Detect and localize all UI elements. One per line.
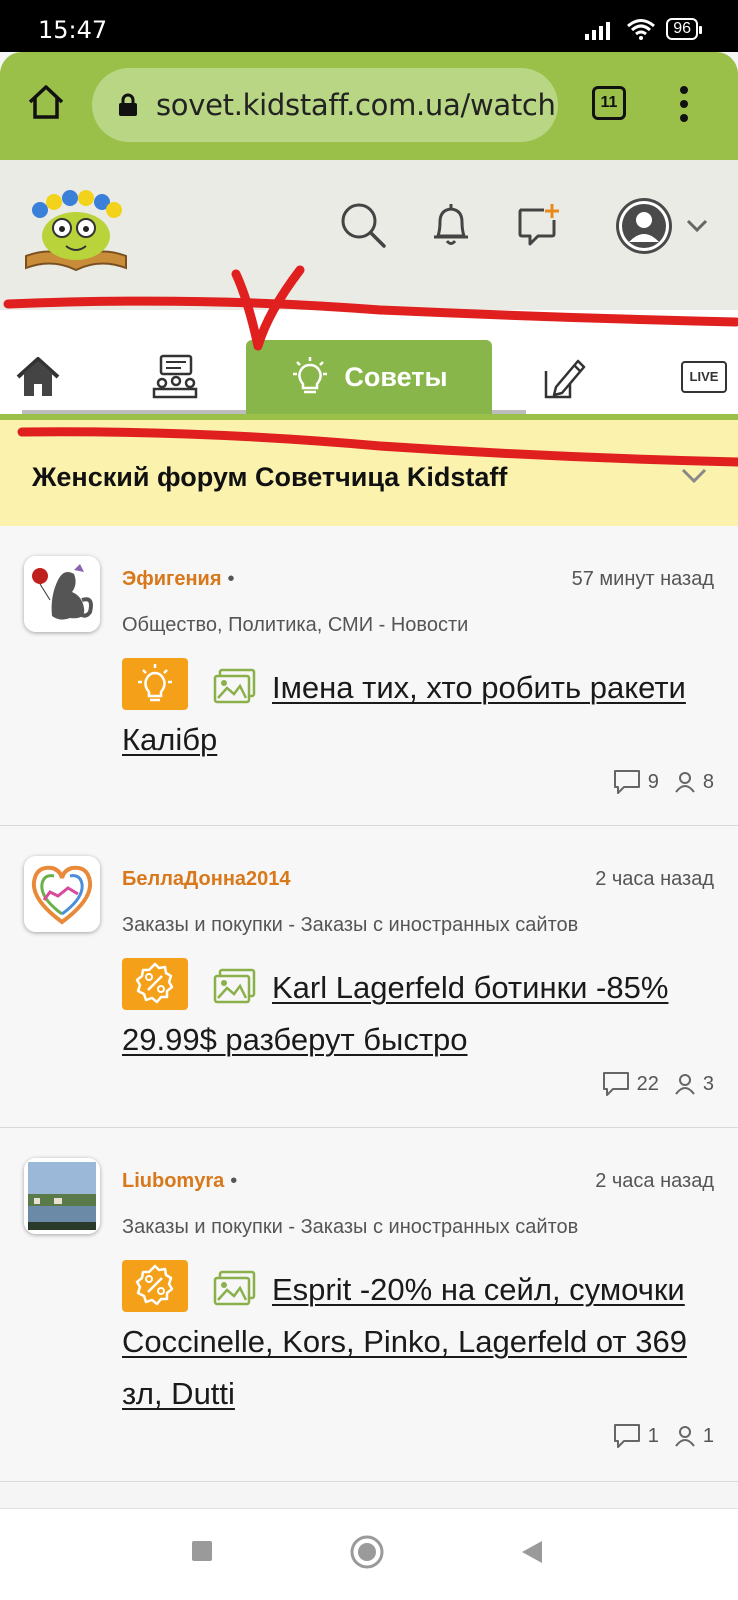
- search-icon[interactable]: [338, 200, 388, 250]
- thread-title-link[interactable]: Karl Lagerfeld ботинки -85% 29.99$ разбе…: [122, 970, 668, 1057]
- author-avatar[interactable]: [24, 556, 100, 632]
- signal-icon: [585, 22, 611, 40]
- chevron-down-icon[interactable]: [686, 218, 708, 234]
- thread-item[interactable]: Эфигения • 57 минут назад Общество, Полит…: [0, 526, 738, 826]
- section-tabs: Советы LIVE: [0, 310, 738, 420]
- browser-toolbar: sovet.kidstaff.com.ua/watch 11: [0, 52, 738, 160]
- post-time: 2 часа назад: [595, 868, 714, 890]
- comment-count: 1: [647, 1424, 659, 1447]
- thread-title-block: Karl Lagerfeld ботинки -85% 29.99$ разбе…: [122, 958, 722, 1066]
- new-message-icon[interactable]: [514, 200, 564, 250]
- image-icon: [213, 1270, 256, 1306]
- lightbulb-icon: [293, 357, 328, 394]
- user-avatar[interactable]: [616, 198, 672, 254]
- status-bar: 15:47 96: [0, 0, 738, 52]
- comment-count: 9: [647, 770, 659, 793]
- participant-count: 3: [702, 1072, 714, 1095]
- home-button-icon[interactable]: [350, 1535, 384, 1569]
- thread-title-link[interactable]: Esprit -20% на сейл, сумочки Coccinelle,…: [122, 1272, 687, 1411]
- tab-switcher-button[interactable]: 11: [592, 86, 626, 120]
- forum-title: Женский форум Советчица Kidstaff: [32, 462, 508, 492]
- recents-icon[interactable]: [190, 1539, 214, 1563]
- thread-stats: 1 1: [612, 1422, 714, 1450]
- thread-title-block: Імена тих, хто робить ракети Калібр: [122, 658, 722, 766]
- post-category[interactable]: Заказы и покупки - Заказы с иностранных …: [122, 1216, 578, 1239]
- home-icon[interactable]: [26, 82, 66, 122]
- lock-icon: [119, 93, 137, 116]
- thread-title-block: Esprit -20% на сейл, сумочки Coccinelle,…: [122, 1260, 722, 1420]
- comment-count: 22: [636, 1072, 659, 1095]
- heart-avatar-image: [24, 856, 100, 932]
- post-time: 57 минут назад: [571, 568, 714, 590]
- bell-icon[interactable]: [426, 200, 476, 250]
- back-icon[interactable]: [520, 1539, 544, 1565]
- thread-title-link[interactable]: Імена тих, хто робить ракети Калібр: [122, 670, 686, 757]
- house-icon: [16, 357, 60, 396]
- landscape-avatar-image: [24, 1158, 100, 1234]
- chevron-down-icon[interactable]: [680, 464, 708, 488]
- post-category[interactable]: Заказы и покупки - Заказы с иностранных …: [122, 914, 578, 937]
- image-icon: [213, 968, 256, 1004]
- participants-icon: [675, 1426, 695, 1447]
- thread-item[interactable]: Liubomyra • 2 часа назад Заказы и покупки…: [0, 1128, 738, 1482]
- user-icon: [619, 201, 669, 251]
- lightbulb-icon: [138, 664, 172, 702]
- percent-icon: [135, 962, 174, 1004]
- author-name[interactable]: Эфигения •: [122, 568, 235, 591]
- thread-stats: 22 3: [601, 1070, 714, 1098]
- dinosaur-avatar-image: [24, 556, 100, 632]
- site-logo[interactable]: [22, 184, 130, 274]
- discussion-icon: [152, 354, 198, 399]
- sale-badge: [122, 958, 188, 1010]
- post-time: 2 часа назад: [595, 1170, 714, 1192]
- percent-icon: [135, 1264, 174, 1306]
- sale-badge: [122, 1260, 188, 1312]
- tab-live[interactable]: LIVE: [680, 340, 728, 414]
- image-icon: [213, 668, 256, 704]
- comment-icon: [602, 1072, 629, 1096]
- tab-forum[interactable]: [150, 340, 200, 414]
- live-badge: LIVE: [681, 361, 727, 393]
- status-icons: 96: [584, 18, 702, 40]
- thread-stats: 9 8: [612, 768, 714, 796]
- advice-badge: [122, 658, 188, 710]
- system-navigation-bar: [0, 1508, 738, 1600]
- author-name[interactable]: БеллаДонна2014: [122, 868, 291, 891]
- thread-item[interactable]: БеллаДонна2014 2 часа назад Заказы и пок…: [0, 826, 738, 1128]
- tab-advice-label: Советы: [344, 361, 448, 392]
- tab-home[interactable]: [14, 340, 62, 414]
- author-avatar[interactable]: [24, 1158, 100, 1234]
- comment-icon: [613, 770, 640, 794]
- wifi-icon: [627, 19, 656, 40]
- edit-icon: [544, 359, 586, 399]
- thread-list: Эфигения • 57 минут назад Общество, Полит…: [0, 526, 738, 1482]
- overflow-menu-icon[interactable]: [674, 84, 694, 124]
- participants-icon: [675, 772, 695, 793]
- author-avatar[interactable]: [24, 856, 100, 932]
- participant-count: 8: [702, 770, 714, 793]
- address-bar[interactable]: sovet.kidstaff.com.ua/watch: [92, 68, 558, 142]
- comment-icon: [613, 1424, 640, 1448]
- author-name[interactable]: Liubomyra •: [122, 1170, 237, 1193]
- status-time: 15:47: [38, 16, 108, 44]
- post-category[interactable]: Общество, Политика, СМИ - Новости: [122, 614, 468, 637]
- tab-write[interactable]: [538, 340, 592, 414]
- tab-advice[interactable]: Советы: [246, 340, 492, 414]
- url-text: sovet.kidstaff.com.ua/watch: [156, 88, 556, 122]
- site-header: [0, 160, 738, 310]
- participants-icon: [675, 1074, 695, 1095]
- participant-count: 1: [702, 1424, 714, 1447]
- forum-title-bar[interactable]: Женский форум Советчица Kidstaff: [0, 420, 738, 526]
- battery-indicator: 96: [666, 18, 702, 40]
